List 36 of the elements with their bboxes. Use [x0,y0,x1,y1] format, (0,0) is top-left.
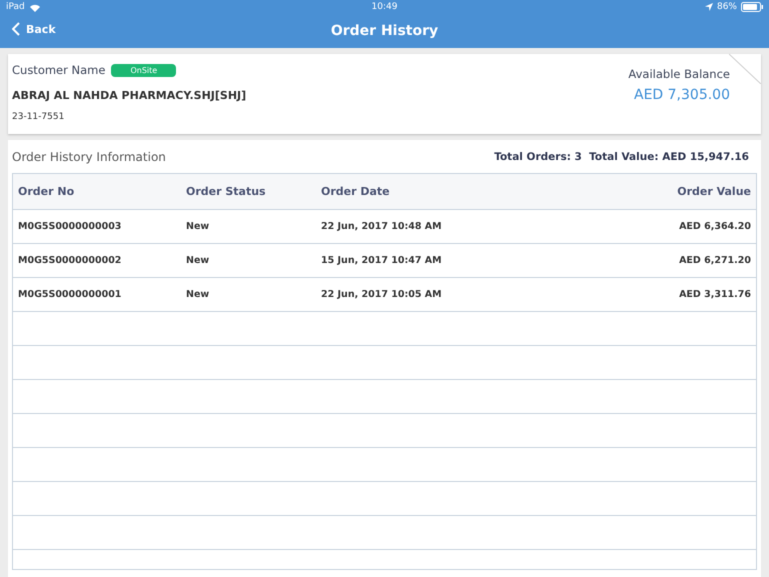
order-row[interactable]: M0G5S0000000001 New 22 Jun, 2017 10:05 AM AED 3,311.76 [13,278,756,312]
column-header: Order No [17,185,76,198]
order-status: New [185,221,210,232]
wifi-icon [28,2,41,12]
device-name: iPad [6,2,25,12]
order-status: New [185,255,210,266]
order-date: 22 Jun, 2017 10:48 AM [320,221,443,232]
order-value: AED 6,364.20 [678,221,752,232]
order-number: M0G5S0000000003 [17,221,122,232]
order-date: 15 Jun, 2017 10:47 AM [320,255,443,266]
column-header: Order Value [676,185,752,198]
page-title: Order History [330,23,438,39]
order-number: M0G5S0000000001 [17,289,122,300]
order-date: 22 Jun, 2017 10:05 AM [320,289,443,300]
corner-fold-icon [729,54,761,84]
order-number: M0G5S0000000002 [17,255,122,266]
order-value: AED 3,311.76 [678,289,752,300]
location-icon [704,3,713,11]
balance-label: Available Balance [628,67,730,81]
battery-percent: 86% [716,2,737,12]
status-badge: OnSite [111,64,176,76]
order-row[interactable]: M0G5S0000000002 New 15 Jun, 2017 10:47 AM AED 6,271.20 [13,244,756,278]
order-totals: Total Orders: 3 Total Value: AED 15,947.16 [494,150,749,162]
column-header: Order Date [320,185,391,198]
battery-icon [741,2,763,12]
balance-amount: AED 7,305.00 [634,87,730,103]
order-value: AED 6,271.20 [678,255,752,266]
customer-name-label: Customer Name [12,63,106,77]
chevron-left-icon [12,22,20,36]
customer-name: ABRAJ AL NAHDA PHARMACY.SHJ[SHJ] [12,89,246,102]
clock-time: 10:49 [372,2,398,12]
section-title: Order History Information [12,150,166,164]
order-row[interactable]: M0G5S0000000003 New 22 Jun, 2017 10:48 AM AED 6,364.20 [13,210,756,244]
column-header: Order Status [185,185,267,198]
order-status: New [185,289,210,300]
customer-code: 23-11-7551 [12,112,66,122]
